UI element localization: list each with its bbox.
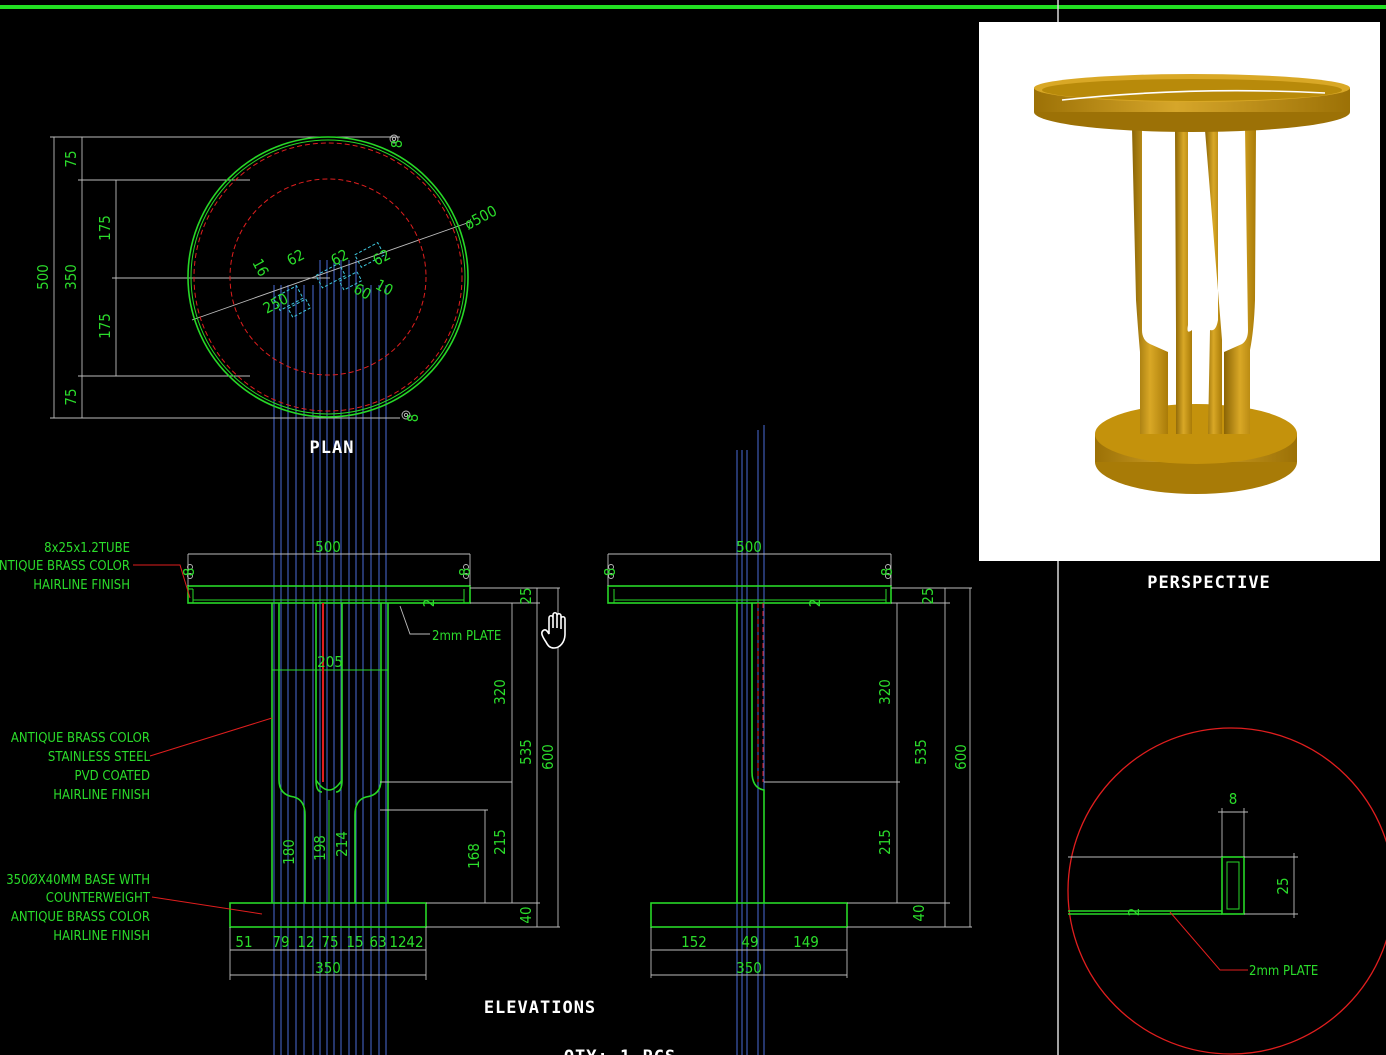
plan-dim-8-bottom: 8 — [404, 414, 422, 423]
qty-label: QTY: 1 PCS — [564, 1047, 676, 1055]
svg-text:8x25x1.2TUBE: 8x25x1.2TUBE — [44, 541, 130, 556]
svg-text:COUNTERWEIGHT: COUNTERWEIGHT — [46, 891, 151, 906]
svg-text:PVD COATED: PVD COATED — [75, 769, 150, 784]
front-dim-180: 180 — [280, 839, 298, 865]
front-dim-168: 168 — [465, 843, 483, 869]
side-elevation: 152 49 149 350 500 25 320 535 600 215 40… — [601, 425, 972, 1055]
front-dim-535: 535 — [517, 739, 535, 765]
svg-text:79: 79 — [272, 933, 289, 951]
side-dim-8-left: 8 — [601, 568, 619, 577]
plan-dim-16: 16 — [248, 256, 272, 280]
front-dim-214: 214 — [333, 831, 351, 857]
front-note-plate: 2mm PLATE — [399, 605, 501, 644]
svg-text:75: 75 — [321, 933, 338, 951]
perspective-view — [979, 22, 1380, 561]
front-dim-320: 320 — [491, 679, 509, 705]
front-note-base: 350ØX40MM BASE WITH COUNTERWEIGHT ANTIQU… — [6, 873, 263, 944]
side-dim-535: 535 — [912, 739, 930, 765]
plan-dim-75-bottom: 75 — [62, 388, 80, 405]
side-leg — [736, 603, 765, 903]
plan-dim-62-b: 62 — [328, 246, 352, 270]
side-dim-152: 152 — [681, 933, 707, 951]
side-dim-500: 500 — [736, 538, 762, 556]
detail-tube-section — [1221, 856, 1245, 915]
front-base — [229, 902, 427, 928]
plan-dim-175-bottom: 175 — [96, 313, 114, 339]
front-note-steel: ANTIQUE BRASS COLOR STAINLESS STEEL PVD … — [11, 717, 273, 803]
detail-plate-note: 2mm PLATE — [1249, 964, 1318, 979]
detail-dim-8: 8 — [1229, 790, 1238, 808]
svg-text:STAINLESS STEEL: STAINLESS STEEL — [48, 750, 151, 765]
plan-dim-350: 350 — [62, 264, 80, 290]
svg-text:ANTIQUE BRASS COLOR: ANTIQUE BRASS COLOR — [0, 559, 130, 574]
plan-dim-175-top: 175 — [96, 215, 114, 241]
svg-text:ANTIQUE BRASS COLOR: ANTIQUE BRASS COLOR — [11, 910, 150, 925]
elevations-title: ELEVATIONS — [484, 998, 596, 1018]
front-dim-500: 500 — [315, 538, 341, 556]
plan-dim-250: 250 — [260, 290, 291, 318]
front-note-tube: 8x25x1.2TUBE ANTIQUE BRASS COLOR HAIRLIN… — [0, 541, 191, 599]
side-base — [650, 902, 848, 928]
pan-hand-cursor-icon — [541, 611, 566, 649]
plan-top-inner-hidden — [193, 142, 463, 412]
svg-text:42: 42 — [406, 933, 423, 951]
side-dim-149: 149 — [793, 933, 819, 951]
svg-text:HAIRLINE FINISH: HAIRLINE FINISH — [33, 578, 130, 593]
plan-dim-62-c: 62 — [370, 246, 394, 270]
detail-dim-25: 25 — [1274, 877, 1292, 894]
plan-dim-8-top: 8 — [388, 140, 406, 149]
front-elevation: 205 51 79 12 75 15 63 12 42 350 500 25 3… — [0, 538, 560, 980]
front-dim-600: 600 — [539, 744, 557, 770]
detail-dim-2: 2 — [1125, 908, 1143, 917]
svg-text:12: 12 — [389, 933, 406, 951]
front-dim-215: 215 — [491, 829, 509, 855]
front-dim-8-right: 8 — [456, 568, 474, 577]
plan-dim-diameter: ø500 — [461, 202, 499, 234]
side-dim-8-right: 8 — [878, 568, 896, 577]
svg-text:ANTIQUE BRASS COLOR: ANTIQUE BRASS COLOR — [11, 731, 150, 746]
side-dim-25: 25 — [919, 587, 937, 604]
svg-text:HAIRLINE FINISH: HAIRLINE FINISH — [53, 929, 150, 944]
plan-dim-75-top: 75 — [62, 150, 80, 167]
side-dim-49: 49 — [741, 933, 758, 951]
svg-text:350ØX40MM BASE WITH: 350ØX40MM BASE WITH — [6, 873, 150, 888]
side-dim-320: 320 — [876, 679, 894, 705]
front-dim-205: 205 — [317, 653, 343, 671]
plan-dim-500: 500 — [34, 264, 52, 290]
side-dim-215: 215 — [876, 829, 894, 855]
front-dim-2: 2 — [420, 599, 438, 608]
front-dim-40: 40 — [517, 906, 535, 923]
detail-view: 8 25 2 2mm PLATE — [1067, 727, 1386, 1055]
plan-title: PLAN — [310, 438, 355, 458]
front-dim-25: 25 — [517, 587, 535, 604]
side-dim-600: 600 — [952, 744, 970, 770]
plan-dim-62-a: 62 — [284, 246, 308, 270]
svg-text:63: 63 — [369, 933, 386, 951]
side-dim-2: 2 — [806, 599, 824, 608]
plan-dim-10: 10 — [373, 276, 397, 300]
perspective-title: PERSPECTIVE — [1147, 573, 1271, 593]
front-dim-198: 198 — [311, 835, 329, 861]
side-dim-40: 40 — [910, 904, 928, 921]
svg-text:12: 12 — [297, 933, 314, 951]
svg-text:51: 51 — [235, 933, 252, 951]
svg-text:2mm PLATE: 2mm PLATE — [432, 629, 501, 644]
side-dim-350: 350 — [736, 959, 762, 977]
svg-text:15: 15 — [346, 933, 363, 951]
front-dim-350: 350 — [315, 959, 341, 977]
cad-drawing-canvas[interactable]: 75 75 175 175 500 350 ø500 8 8 62 62 62 … — [0, 0, 1386, 1055]
front-base-dims: 51 79 12 75 15 63 12 42 — [235, 933, 423, 951]
svg-text:HAIRLINE FINISH: HAIRLINE FINISH — [53, 788, 150, 803]
